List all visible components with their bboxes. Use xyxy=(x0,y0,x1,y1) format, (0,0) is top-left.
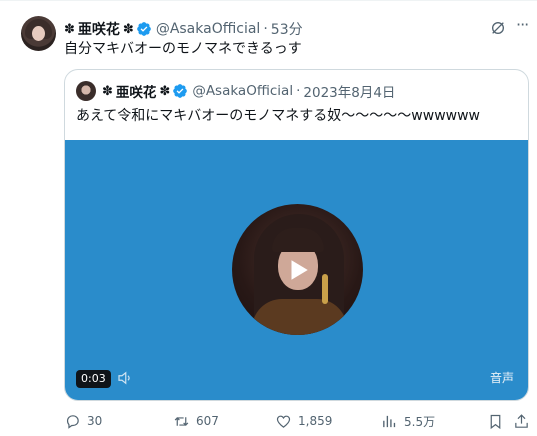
repost-count: 607 xyxy=(196,414,219,428)
video-duration: 0:03 xyxy=(76,370,111,388)
avatar[interactable] xyxy=(21,16,56,51)
bookmark-icon xyxy=(490,414,501,429)
verified-badge-icon xyxy=(136,22,151,36)
display-name[interactable]: 亜咲花 xyxy=(78,19,120,39)
repost-button[interactable]: 607 xyxy=(173,411,219,431)
quoted-verified-badge-icon xyxy=(173,84,188,98)
grok-icon[interactable] xyxy=(490,20,506,36)
top-divider xyxy=(0,0,537,1)
tweet-header: ✽ 亜咲花 ✽ @AsakaOfficial · 53分 xyxy=(64,19,303,39)
quoted-display-name[interactable]: 亜咲花 xyxy=(116,81,157,101)
heart-icon xyxy=(276,415,291,428)
views-button[interactable]: 5.5万 xyxy=(381,411,435,431)
quoted-tweet[interactable]: ✽ 亜咲花 ✽ @AsakaOfficial · 2023年8月4日 あえて令和… xyxy=(64,69,529,401)
user-handle[interactable]: @AsakaOfficial xyxy=(156,21,261,37)
share-icon xyxy=(515,413,528,428)
name-symbol-left: ✽ xyxy=(64,21,75,37)
more-options-icon[interactable]: ··· xyxy=(516,17,534,36)
quoted-date[interactable]: 2023年8月4日 xyxy=(303,81,395,101)
quoted-text: あえて令和にマキバオーのモノマネする奴〜〜〜〜〜wwwwww xyxy=(76,108,480,124)
like-count: 1,859 xyxy=(298,414,333,428)
quoted-symbol-left: ✽ xyxy=(102,83,113,99)
view-count: 5.5万 xyxy=(404,414,436,429)
views-chart-icon xyxy=(383,415,396,427)
volume-muted-icon[interactable] xyxy=(116,369,134,387)
tweet-text: 自分マキバオーのモノマネできるっす xyxy=(64,41,302,57)
video-player[interactable]: 0:03 音声 xyxy=(65,140,528,400)
reply-icon xyxy=(66,414,79,429)
video-thumbnail[interactable] xyxy=(232,204,363,335)
share-button[interactable] xyxy=(513,411,536,431)
play-button[interactable] xyxy=(232,204,363,335)
quoted-avatar[interactable] xyxy=(76,81,96,101)
bookmark-button[interactable] xyxy=(487,411,510,431)
post-time[interactable]: 53分 xyxy=(271,19,303,39)
repost-icon xyxy=(174,416,189,426)
reply-button[interactable]: 30 xyxy=(64,411,102,431)
quoted-separator-dot: · xyxy=(296,83,301,99)
action-bar: 30 607 1,859 5.5万 xyxy=(64,411,529,431)
quoted-header: ✽ 亜咲花 ✽ @AsakaOfficial · 2023年8月4日 xyxy=(102,81,395,101)
quoted-symbol-right: ✽ xyxy=(159,83,171,99)
name-symbol-right: ✽ xyxy=(122,21,134,37)
play-icon xyxy=(291,259,308,280)
like-button[interactable]: 1,859 xyxy=(275,411,332,431)
separator-dot: · xyxy=(263,21,268,37)
audio-label[interactable]: 音声 xyxy=(490,369,514,386)
quoted-handle[interactable]: @AsakaOfficial xyxy=(192,83,293,99)
reply-count: 30 xyxy=(87,414,103,428)
